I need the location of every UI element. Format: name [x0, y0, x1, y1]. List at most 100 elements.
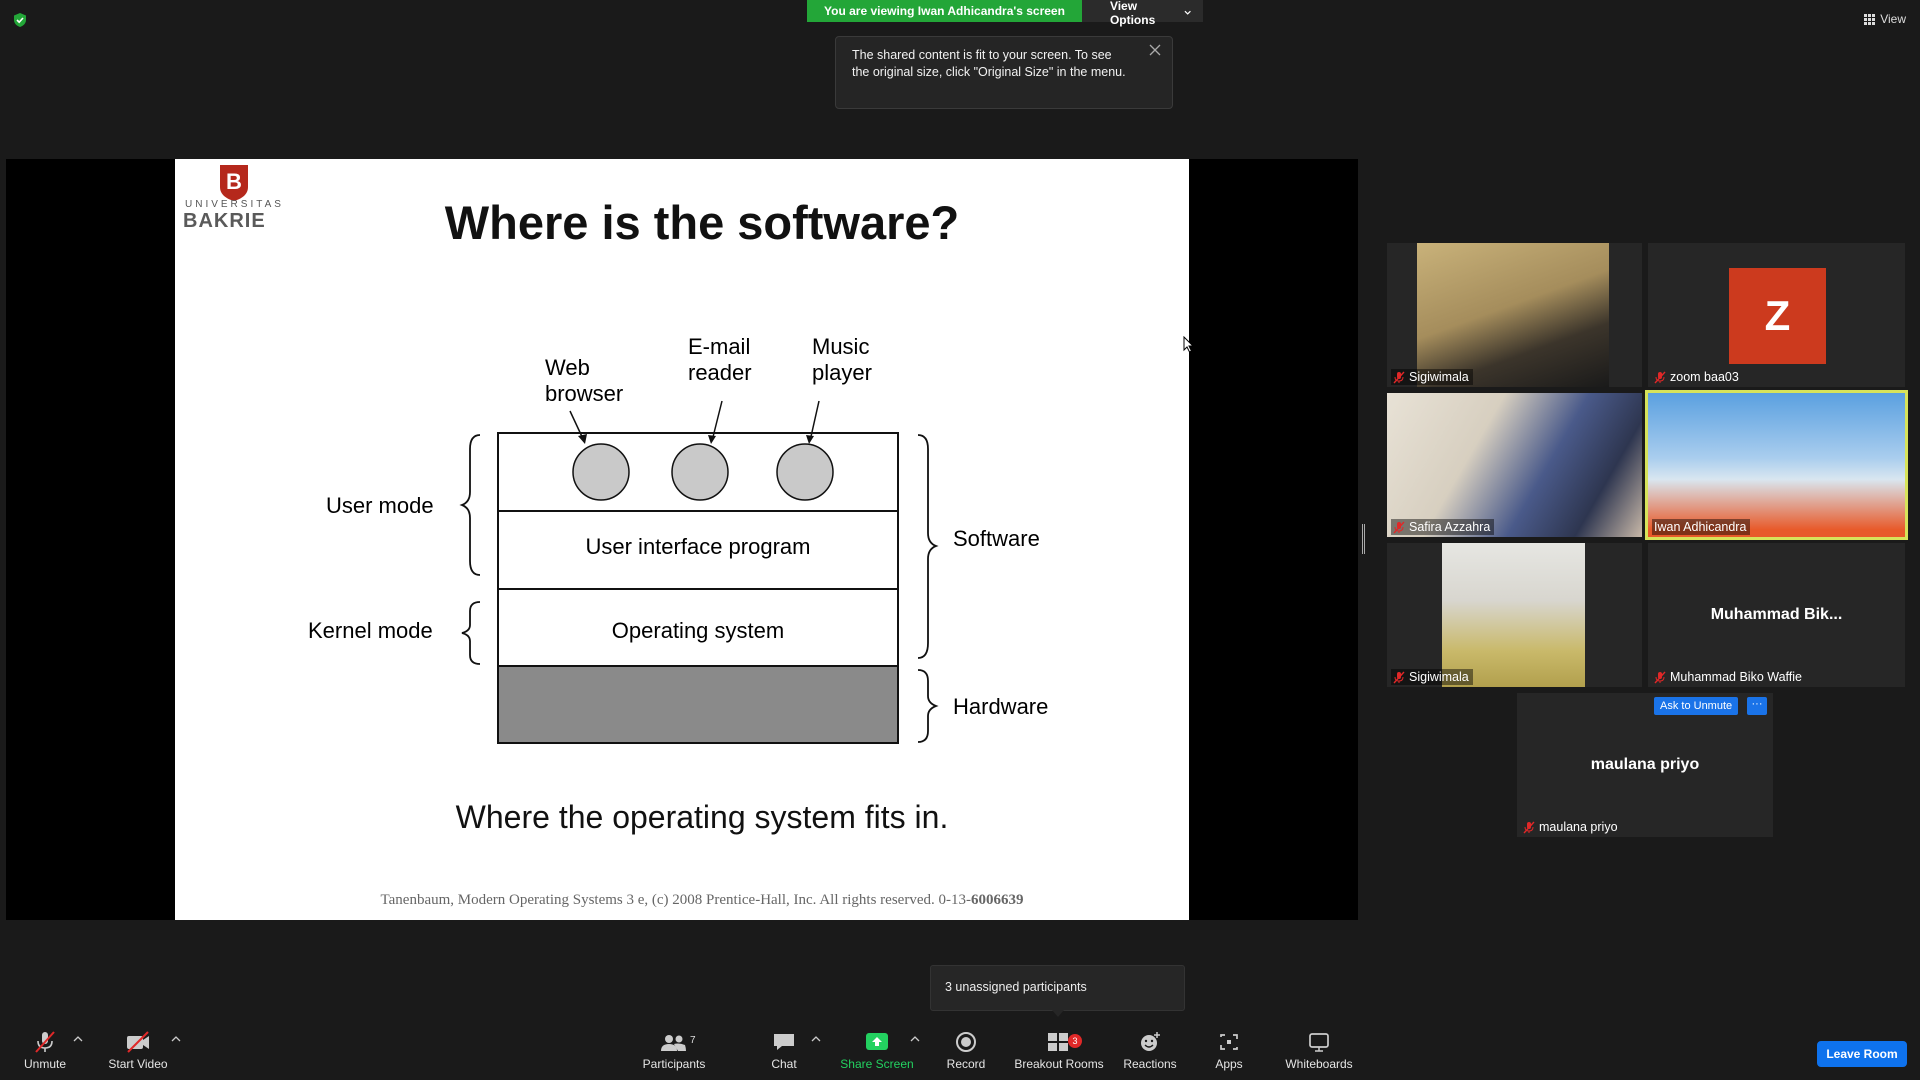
- participant-display-name: maulana priyo: [1590, 756, 1700, 773]
- participant-avatar: Z: [1729, 268, 1826, 364]
- chat-label: Chat: [771, 1057, 797, 1071]
- participants-count: 7: [690, 1035, 696, 1046]
- participant-name-tag: maulana priyo: [1521, 819, 1622, 835]
- view-options-label: View Options: [1109, 0, 1156, 27]
- tooltip-text: The shared content is fit to your screen…: [852, 48, 1126, 79]
- chat-icon: [774, 1034, 794, 1050]
- participant-tile[interactable]: Safira Azzahra: [1387, 393, 1642, 537]
- participants-icon: [661, 1035, 686, 1051]
- audio-options-caret-icon[interactable]: [73, 1036, 83, 1042]
- participant-display-name: Muhammad Bik...: [1710, 606, 1843, 623]
- start-video-label: Start Video: [108, 1057, 168, 1071]
- user-mode-label: User mode: [326, 493, 434, 518]
- ui-program-label: User interface program: [585, 534, 811, 559]
- fit-to-screen-tooltip: The shared content is fit to your screen…: [835, 36, 1173, 109]
- reactions-button[interactable]: Reactions: [1120, 1030, 1180, 1071]
- mouse-cursor-icon: [1183, 336, 1195, 353]
- mic-muted-icon: [35, 1031, 55, 1053]
- mic-muted-icon: [1654, 671, 1666, 683]
- mic-muted-icon: [1393, 671, 1405, 683]
- whiteboards-button[interactable]: Whiteboards: [1284, 1030, 1354, 1071]
- zoom-meeting-window: You are viewing Iwan Adhicandra's screen…: [0, 0, 1920, 1080]
- participant-tile[interactable]: Muhammad Bik... Muhammad Biko Waffie: [1648, 543, 1905, 687]
- mic-muted-icon: [1523, 821, 1535, 833]
- slide-footer: Tanenbaum, Modern Operating Systems 3 e,…: [175, 892, 1189, 909]
- slide-caption: Where the operating system fits in.: [455, 799, 949, 835]
- screen-share-banner: You are viewing Iwan Adhicandra's screen…: [807, 0, 1203, 27]
- record-button[interactable]: Record: [940, 1030, 992, 1071]
- apps-button[interactable]: Apps: [1211, 1030, 1247, 1071]
- breakout-rooms-button[interactable]: Breakout Rooms: [1012, 1030, 1106, 1071]
- unmute-button[interactable]: Unmute: [20, 1030, 70, 1071]
- view-options-button[interactable]: View Options: [1081, 0, 1203, 27]
- participant-tile[interactable]: Sigiwimala: [1387, 243, 1642, 387]
- close-icon[interactable]: [1148, 43, 1162, 57]
- participant-name-tag: Muhammad Biko Waffie: [1652, 669, 1806, 685]
- operating-system-label: Operating system: [611, 618, 785, 643]
- participant-tile[interactable]: Sigiwimala: [1387, 543, 1642, 687]
- hardware-label: Hardware: [953, 694, 1049, 719]
- video-options-caret-icon[interactable]: [171, 1036, 181, 1042]
- web-browser-label-1: Web: [545, 355, 590, 380]
- participant-name-tag: Iwan Adhicandra: [1652, 519, 1751, 535]
- software-label: Software: [953, 526, 1040, 551]
- email-reader-label-2: reader: [688, 360, 752, 385]
- view-label: View: [1880, 12, 1906, 26]
- viewing-screen-label: You are viewing Iwan Adhicandra's screen: [807, 0, 1082, 22]
- mic-muted-icon: [1393, 521, 1405, 533]
- participant-name-tag: Safira Azzahra: [1391, 519, 1495, 535]
- participant-tile[interactable]: Z zoom baa03: [1648, 243, 1905, 387]
- chat-button[interactable]: Chat: [762, 1030, 806, 1071]
- breakout-rooms-badge: 3: [1068, 1034, 1082, 1048]
- participants-label: Participants: [642, 1057, 706, 1071]
- participant-tile-active-speaker[interactable]: Iwan Adhicandra: [1645, 390, 1908, 540]
- mic-muted-icon: [1393, 371, 1405, 383]
- participant-name: Sigiwimala: [1409, 370, 1469, 384]
- popup-pointer: [1052, 1010, 1064, 1017]
- participant-name: Sigiwimala: [1409, 670, 1469, 684]
- chat-options-caret-icon[interactable]: [811, 1036, 821, 1042]
- share-screen-label: Share Screen: [840, 1057, 914, 1071]
- leave-room-button[interactable]: Leave Room: [1817, 1041, 1907, 1067]
- more-options-button[interactable]: ···: [1747, 697, 1767, 715]
- share-screen-button[interactable]: Share Screen: [840, 1030, 914, 1071]
- participant-name-tag: Sigiwimala: [1391, 369, 1473, 385]
- whiteboard-icon: [1309, 1033, 1329, 1052]
- unassigned-participants-popup[interactable]: 3 unassigned participants: [930, 965, 1185, 1011]
- participant-name: zoom baa03: [1670, 370, 1739, 384]
- participant-name: Iwan Adhicandra: [1654, 520, 1747, 534]
- kernel-mode-label: Kernel mode: [308, 618, 433, 643]
- participant-video: [1417, 243, 1609, 387]
- footer-isbn: 6006639: [970, 892, 1024, 908]
- mic-muted-icon: [1654, 371, 1666, 383]
- email-reader-label-1: E-mail: [688, 334, 751, 359]
- share-screen-icon: [866, 1033, 888, 1050]
- start-video-button[interactable]: Start Video: [105, 1030, 171, 1071]
- web-browser-label-2: browser: [545, 381, 624, 406]
- video-off-icon: [127, 1031, 149, 1053]
- participants-button[interactable]: Participants: [640, 1030, 708, 1071]
- breakout-rooms-label: Breakout Rooms: [1014, 1057, 1104, 1071]
- participant-video: [1648, 393, 1905, 537]
- participant-name-tag: Sigiwimala: [1391, 669, 1473, 685]
- music-player-label-1: Music: [812, 334, 870, 359]
- whiteboards-label: Whiteboards: [1285, 1057, 1353, 1071]
- share-options-caret-icon[interactable]: [910, 1036, 920, 1042]
- unmute-label: Unmute: [23, 1057, 67, 1071]
- participant-name: Safira Azzahra: [1409, 520, 1491, 534]
- participant-name: maulana priyo: [1539, 820, 1618, 834]
- panel-resize-handle[interactable]: [1362, 524, 1365, 554]
- participant-tile[interactable]: Ask to Unmute ··· maulana priyo maulana …: [1517, 693, 1773, 837]
- security-shield-icon[interactable]: [12, 12, 28, 28]
- reactions-label: Reactions: [1123, 1057, 1177, 1071]
- reactions-icon: [1141, 1032, 1160, 1051]
- ask-to-unmute-button[interactable]: Ask to Unmute: [1654, 697, 1739, 715]
- apps-label: Apps: [1215, 1057, 1243, 1071]
- participant-name-tag: zoom baa03: [1652, 369, 1743, 385]
- presentation-slide: B UNIVERSITAS BAKRIE Where is the softwa…: [175, 159, 1189, 920]
- footer-text: Tanenbaum, Modern Operating Systems 3 e,…: [380, 892, 971, 908]
- view-layout-button[interactable]: View: [1864, 12, 1906, 26]
- participant-video: [1442, 543, 1585, 687]
- unassigned-participants-text: 3 unassigned participants: [945, 980, 1087, 994]
- apps-icon: [1220, 1034, 1238, 1050]
